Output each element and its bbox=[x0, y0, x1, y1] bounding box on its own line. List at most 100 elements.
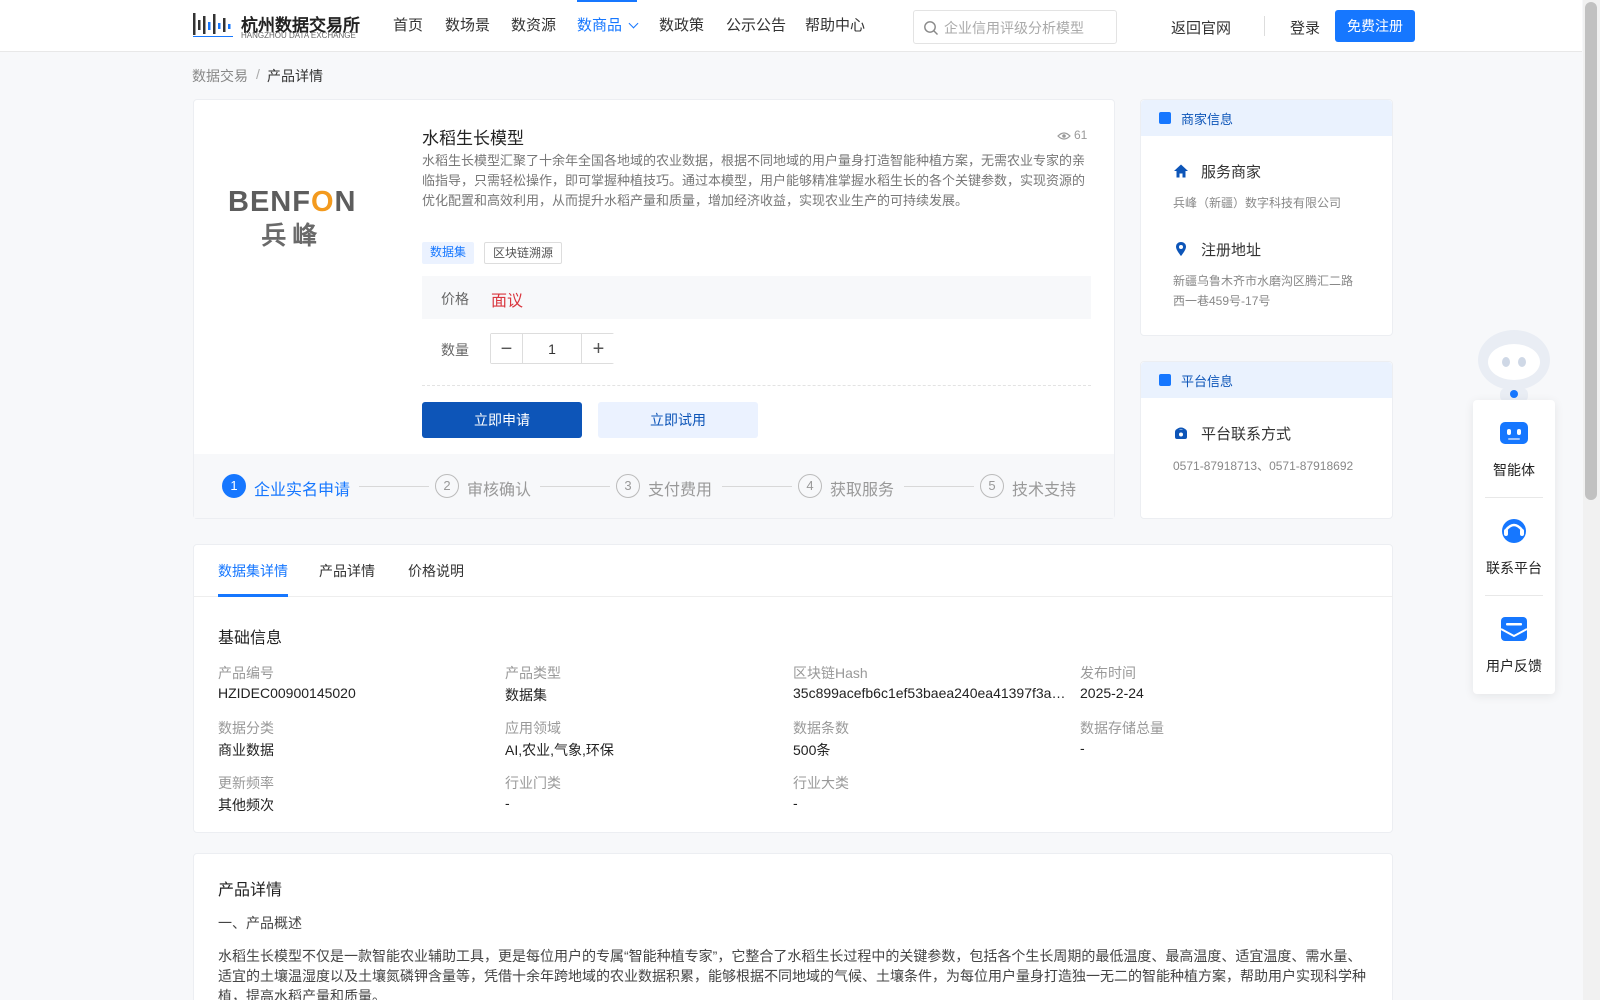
nav-products[interactable]: 数商品 bbox=[577, 0, 639, 52]
floating-service-panel: 智能体 联系平台 用户反馈 bbox=[1473, 400, 1555, 694]
price-label: 价格 bbox=[441, 291, 469, 307]
quantity-stepper[interactable]: − + bbox=[490, 333, 614, 364]
step-label: 审核确认 bbox=[467, 482, 532, 499]
view-count-value: 61 bbox=[1074, 128, 1088, 142]
process-steps: 1 企业实名申请 2 审核确认 3 支付费用 4 获取服务 5 技术支持 bbox=[194, 454, 1114, 518]
nav-home[interactable]: 首页 bbox=[393, 0, 423, 52]
phone-icon bbox=[1175, 427, 1187, 439]
nav-help-center[interactable]: 帮助中心 bbox=[805, 0, 865, 52]
field-value: 数据集 bbox=[505, 687, 547, 703]
tag-dataset: 数据集 bbox=[422, 242, 475, 264]
ai-agent-button[interactable]: 智能体 bbox=[1473, 400, 1555, 496]
registered-address-value: 新疆乌鲁木齐市水磨沟区腾汇二路西一巷459号-17号 bbox=[1173, 274, 1354, 308]
register-button[interactable]: 免费注册 bbox=[1335, 10, 1415, 42]
price-value: 面议 bbox=[491, 293, 524, 310]
brand-logo-text: BENFON bbox=[228, 186, 357, 218]
brand-logo-cn: 兵峰 bbox=[261, 222, 324, 250]
feedback-icon bbox=[1500, 617, 1528, 641]
platform-info-header: 平台信息 bbox=[1141, 362, 1392, 398]
search-input[interactable] bbox=[944, 17, 1112, 39]
home-icon bbox=[1174, 164, 1188, 178]
nav-active-indicator bbox=[577, 0, 638, 2]
field-value: 商业数据 bbox=[218, 742, 274, 758]
platform-info-title: 平台信息 bbox=[1181, 374, 1234, 389]
field-value: HZIDEC00900145020 bbox=[218, 685, 356, 701]
active-tab-indicator bbox=[218, 594, 288, 597]
logo-subtext: HANGZHOU DATA EXCHANGE bbox=[241, 31, 356, 40]
field-value: 35c899acefb6c1ef53baea240ea41397f3a… bbox=[793, 685, 1066, 701]
logo-bars-icon bbox=[193, 13, 233, 37]
service-merchant-value: 兵峰（新疆）数字科技有限公司 bbox=[1173, 196, 1342, 210]
robot-mascot-icon[interactable] bbox=[1470, 324, 1558, 404]
tab-price-description[interactable]: 价格说明 bbox=[408, 561, 464, 581]
field-value: 2025-2-24 bbox=[1080, 685, 1144, 701]
field-label: 区块链Hash bbox=[793, 665, 868, 681]
search-box[interactable] bbox=[913, 10, 1117, 44]
monitor-icon bbox=[1159, 374, 1171, 386]
field-label: 应用领域 bbox=[505, 720, 561, 736]
field-label: 更新频率 bbox=[218, 775, 274, 791]
detail-tabs: 数据集详情 产品详情 价格说明 bbox=[194, 545, 1393, 597]
field-value: - bbox=[793, 795, 798, 811]
nav-announcements[interactable]: 公示公告 bbox=[726, 0, 786, 52]
field-value: AI,农业,气象,环保 bbox=[505, 742, 614, 758]
field-value: 其他频次 bbox=[218, 797, 274, 813]
brand-logo: BENFON 兵峰 bbox=[228, 186, 356, 252]
field-value: - bbox=[505, 795, 510, 811]
top-navigation-bar: 杭州数据交易所 HANGZHOU DATA EXCHANGE 首页 数场景 数资… bbox=[0, 0, 1582, 52]
step-number: 5 bbox=[980, 474, 1004, 498]
try-now-button[interactable]: 立即试用 bbox=[598, 402, 758, 438]
field-label: 产品编号 bbox=[218, 665, 274, 681]
robot-icon bbox=[1500, 422, 1528, 444]
step-connector bbox=[904, 486, 974, 487]
location-pin-icon bbox=[1176, 242, 1186, 256]
platform-contact-value: 0571-87918713、0571-87918692 bbox=[1173, 459, 1354, 473]
service-merchant-label: 服务商家 bbox=[1201, 164, 1262, 181]
step-connector bbox=[359, 486, 429, 487]
tab-product-details[interactable]: 产品详情 bbox=[319, 561, 375, 581]
scrollbar-thumb[interactable] bbox=[1585, 2, 1597, 500]
shop-icon bbox=[1159, 112, 1171, 124]
step-label: 获取服务 bbox=[830, 482, 895, 499]
contact-platform-button[interactable]: 联系平台 bbox=[1473, 498, 1555, 594]
page-scrollbar[interactable] bbox=[1583, 0, 1600, 1000]
product-overview-text: 水稻生长模型不仅是一款智能农业辅助工具，更是每位用户的专属“智能种植专家”，它整… bbox=[218, 948, 1366, 1000]
step-label: 企业实名申请 bbox=[254, 482, 351, 499]
nav-scenes[interactable]: 数场景 bbox=[445, 0, 490, 52]
breadcrumb-root[interactable]: 数据交易 bbox=[192, 66, 248, 86]
search-icon bbox=[924, 21, 938, 35]
field-label: 数据存储总量 bbox=[1080, 720, 1164, 736]
user-feedback-label: 用户反馈 bbox=[1486, 658, 1542, 674]
quantity-input[interactable] bbox=[522, 334, 582, 363]
platform-info-card: 平台信息 平台联系方式 0571-87918713、0571-87918692 bbox=[1140, 361, 1393, 519]
field-label: 行业大类 bbox=[793, 775, 849, 791]
step-label: 技术支持 bbox=[1012, 482, 1077, 499]
chevron-down-icon bbox=[628, 18, 639, 29]
decrement-button[interactable]: − bbox=[491, 334, 522, 363]
contact-platform-label: 联系平台 bbox=[1486, 560, 1542, 576]
product-detail-title: 产品详情 bbox=[218, 882, 283, 899]
divider bbox=[422, 385, 1091, 386]
customer-service-icon bbox=[1502, 519, 1526, 543]
breadcrumb-separator: / bbox=[256, 66, 260, 82]
site-logo[interactable]: 杭州数据交易所 HANGZHOU DATA EXCHANGE bbox=[192, 10, 362, 42]
page: 杭州数据交易所 HANGZHOU DATA EXCHANGE 首页 数场景 数资… bbox=[0, 0, 1600, 1000]
user-feedback-button[interactable]: 用户反馈 bbox=[1473, 596, 1555, 692]
step-number: 4 bbox=[798, 474, 822, 498]
increment-button[interactable]: + bbox=[583, 334, 614, 363]
nav-resources[interactable]: 数资源 bbox=[511, 0, 556, 52]
field-label: 发布时间 bbox=[1080, 665, 1136, 681]
field-label: 数据分类 bbox=[218, 720, 274, 736]
back-to-official-site-link[interactable]: 返回官网 bbox=[1171, 17, 1231, 38]
divider bbox=[1264, 16, 1265, 36]
nav-products-label: 数商品 bbox=[577, 17, 623, 34]
login-link[interactable]: 登录 bbox=[1290, 17, 1320, 38]
apply-now-button[interactable]: 立即申请 bbox=[422, 402, 582, 438]
registered-address-label: 注册地址 bbox=[1201, 242, 1262, 259]
product-title: 水稻生长模型 bbox=[422, 129, 524, 148]
nav-policy[interactable]: 数政策 bbox=[659, 0, 704, 52]
field-label: 行业门类 bbox=[505, 775, 561, 791]
product-description: 水稻生长模型汇聚了十余年全国各地域的农业数据，根据不同地域的用户量身打造智能种植… bbox=[422, 153, 1086, 208]
tab-dataset-details[interactable]: 数据集详情 bbox=[218, 561, 288, 581]
step-connector bbox=[540, 486, 610, 487]
